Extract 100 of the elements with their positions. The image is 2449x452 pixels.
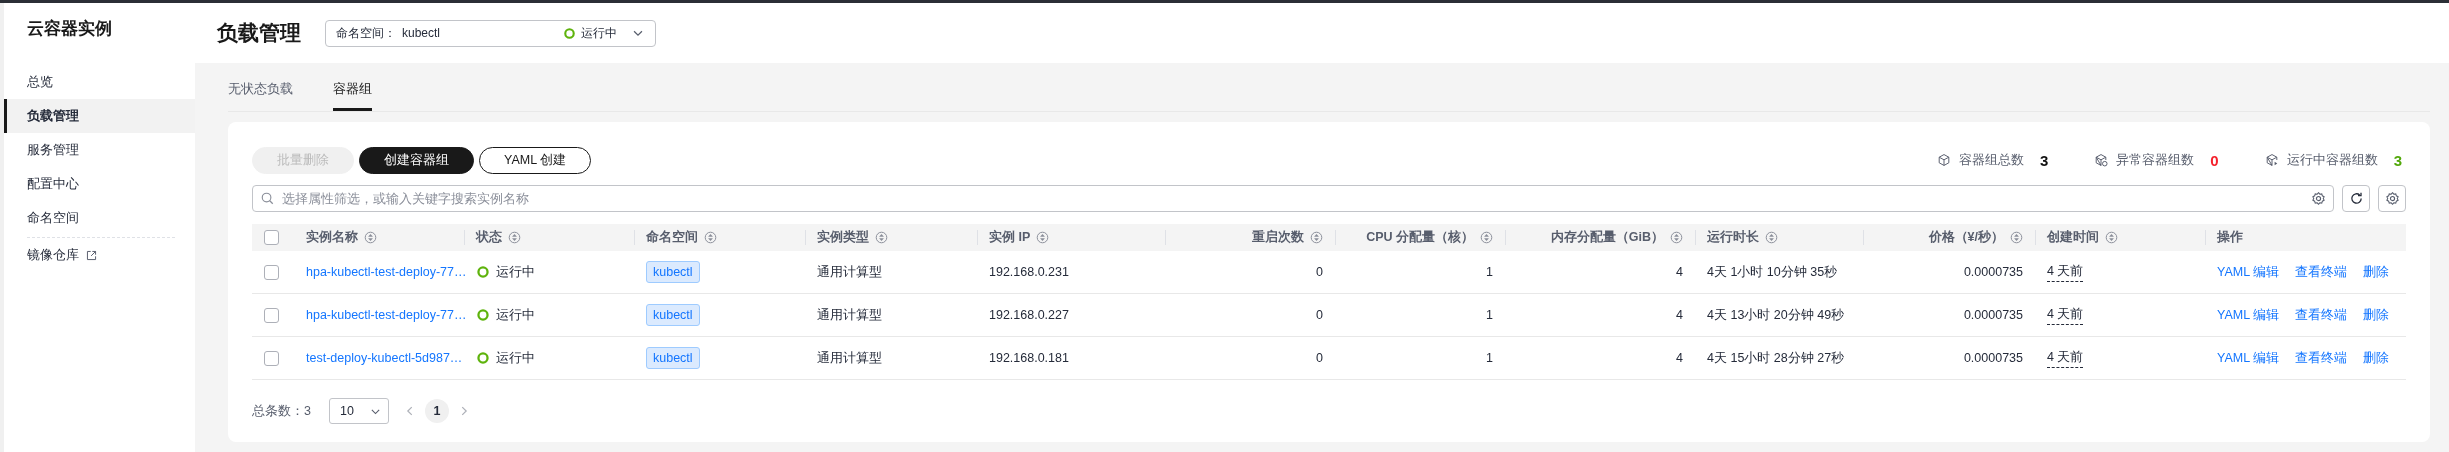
action-link[interactable]: 删除 <box>2363 306 2390 324</box>
search-icon <box>260 191 275 206</box>
sort-icon <box>2105 231 2118 244</box>
page-number[interactable]: 1 <box>424 399 449 423</box>
column-header[interactable]: 内存分配量（GiB） <box>1505 224 1695 251</box>
stat-count: 0 <box>2210 151 2219 169</box>
namespace-tag: kubectl <box>646 304 700 326</box>
status-ring-icon <box>476 308 490 322</box>
sort-icon <box>1765 231 1778 244</box>
created-time: 4 天前 <box>2047 305 2084 325</box>
row-checkbox[interactable] <box>264 307 279 323</box>
column-header[interactable]: 状态 <box>464 224 634 251</box>
stat-count: 3 <box>2039 151 2049 169</box>
sidebar-item[interactable]: 负载管理 <box>4 99 195 133</box>
row-checkbox[interactable] <box>264 264 279 280</box>
sort-icon <box>1480 231 1493 244</box>
toolbar-button[interactable]: 创建容器组 <box>359 146 474 174</box>
settings-icon[interactable] <box>2311 191 2326 206</box>
table-cell: 0.0000735 <box>1863 294 2035 337</box>
table-cell: 4天 1小时 10分钟 35秒 <box>1695 251 1863 294</box>
action-link[interactable]: 查看终端 <box>2295 306 2348 324</box>
sort-icon <box>508 231 521 244</box>
table-cell: 0 <box>1165 337 1335 380</box>
column-header[interactable]: 实例名称 <box>294 224 464 251</box>
external-link-icon <box>85 249 98 262</box>
refresh-button[interactable] <box>2342 185 2370 212</box>
instance-name-link[interactable]: test-deploy-kubectl-5d987… <box>306 351 463 365</box>
column-header[interactable]: 价格（¥/秒） <box>1863 224 2035 251</box>
column-header[interactable]: CPU 分配量（核） <box>1335 224 1505 251</box>
column-header[interactable]: 运行时长 <box>1695 224 1863 251</box>
page-title: 负载管理 <box>217 20 301 46</box>
page-size-select[interactable]: 10 <box>328 398 389 424</box>
instance-name-link[interactable]: hpa-kubectl-test-deploy-77… <box>306 265 467 279</box>
sort-icon <box>2010 231 2023 244</box>
stat-count: 3 <box>2393 151 2402 169</box>
action-link[interactable]: 删除 <box>2363 263 2390 281</box>
action-link[interactable]: 查看终端 <box>2295 263 2348 281</box>
created-time: 4 天前 <box>2047 262 2084 282</box>
instance-name-link[interactable]: hpa-kubectl-test-deploy-77… <box>306 308 467 322</box>
stat-label: 运行中容器组数 <box>2286 151 2378 169</box>
table-cell: 1 <box>1335 337 1505 380</box>
table-cell: 1 <box>1335 251 1505 294</box>
settings-icon <box>2384 191 2400 206</box>
table-cell: 0.0000735 <box>1863 251 2035 294</box>
sidebar-item[interactable]: 总览 <box>4 65 195 99</box>
column-header[interactable]: 重启次数 <box>1165 224 1335 251</box>
tab[interactable]: 容器组 <box>333 80 372 111</box>
table-cell: 4天 15小时 28分钟 27秒 <box>1695 337 1863 380</box>
status-ring-icon <box>476 265 490 279</box>
table-cell: 192.168.0.227 <box>977 294 1165 337</box>
column-header[interactable]: 实例类型 <box>805 224 977 251</box>
table-cell: 通用计算型 <box>805 337 977 380</box>
table-cell: 4 <box>1505 337 1695 380</box>
stat-label: 容器组总数 <box>1958 151 2024 169</box>
sort-icon <box>875 231 888 244</box>
column-header[interactable]: 实例 IP <box>977 224 1165 251</box>
row-checkbox[interactable] <box>264 350 279 366</box>
sidebar-item[interactable]: 配置中心 <box>4 167 195 201</box>
action-link[interactable]: 删除 <box>2363 349 2390 367</box>
sidebar-item[interactable]: 命名空间 <box>4 201 195 235</box>
action-link[interactable]: YAML 编辑 <box>2217 349 2280 367</box>
sort-icon <box>1670 231 1683 244</box>
settings-button[interactable] <box>2378 185 2406 212</box>
action-link[interactable]: YAML 编辑 <box>2217 306 2280 324</box>
table-cell: 0 <box>1165 294 1335 337</box>
status-text: 运行中 <box>581 24 617 42</box>
created-time: 4 天前 <box>2047 348 2084 368</box>
table-cell: 通用计算型 <box>805 251 977 294</box>
column-header[interactable]: 命名空间 <box>634 224 805 251</box>
table-cell: 192.168.0.181 <box>977 337 1165 380</box>
namespace-select[interactable]: 命名空间： kubectl 运行中 <box>325 19 656 47</box>
status-text: 运行中 <box>496 349 535 367</box>
table-cell: 0 <box>1165 251 1335 294</box>
refresh-icon <box>2348 191 2364 206</box>
select-all-checkbox[interactable] <box>264 230 279 245</box>
search-field[interactable]: 选择属性筛选，或输入关键字搜索实例名称 <box>252 185 2334 212</box>
namespace-tag: kubectl <box>646 347 700 369</box>
sort-icon <box>1310 231 1323 244</box>
column-header[interactable]: 创建时间 <box>2035 224 2205 251</box>
table-cell: 0.0000735 <box>1863 337 2035 380</box>
table-cell: 4 <box>1505 251 1695 294</box>
cube-alert-icon <box>2094 153 2109 167</box>
app-title: 云容器实例 <box>26 18 112 40</box>
total-count: 总条数：3 <box>252 402 311 420</box>
namespace-value: kubectl <box>402 26 442 40</box>
status-text: 运行中 <box>496 306 535 324</box>
namespace-tag: kubectl <box>646 261 700 283</box>
action-link[interactable]: YAML 编辑 <box>2217 263 2280 281</box>
sort-icon <box>1036 231 1050 244</box>
sidebar-item[interactable]: 镜像仓库 <box>27 237 175 273</box>
cube-icon <box>1936 153 1951 167</box>
cube-play-icon <box>2264 153 2279 167</box>
tab[interactable]: 无状态负载 <box>228 80 293 111</box>
action-link[interactable]: 查看终端 <box>2295 349 2348 367</box>
toolbar-button[interactable]: YAML 创建 <box>479 146 592 174</box>
sidebar-item[interactable]: 服务管理 <box>4 133 195 167</box>
table-cell: 通用计算型 <box>805 294 977 337</box>
sort-icon <box>364 231 377 244</box>
table-cell: 192.168.0.231 <box>977 251 1165 294</box>
table-cell: 4天 13小时 20分钟 49秒 <box>1695 294 1863 337</box>
